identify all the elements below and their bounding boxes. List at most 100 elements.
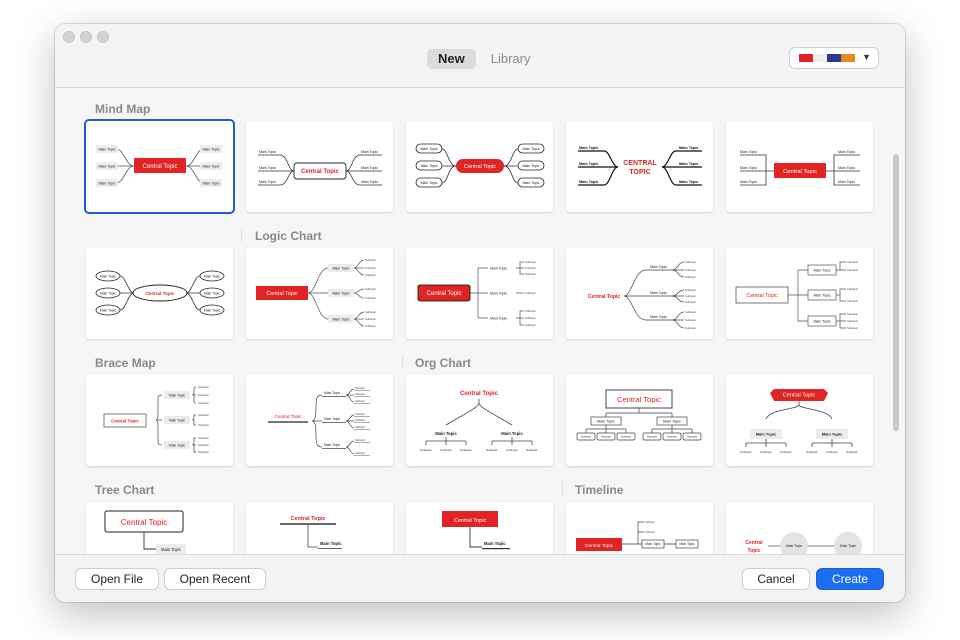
template-preview: Central Topic Main Topic Main Topic Main T… <box>588 260 697 330</box>
svg-text:Subtopic: Subtopic <box>525 309 536 313</box>
template-brace-map-2[interactable]: Central Topic Main Topic Main Topic Main T… <box>246 375 393 466</box>
template-preview: Central Topic Main Topic <box>280 516 342 549</box>
template-tree-chart-2[interactable]: Central Topic Main Topic <box>246 502 393 554</box>
template-mind-map-3[interactable]: Central Topic Main Topic Main Topic Main T… <box>406 121 553 212</box>
template-org-chart-2[interactable]: Central Topic Main Topic Main Topic Subto… <box>566 375 713 466</box>
template-brace-map-1[interactable]: Central Topic Main Topic Main Topic Main T… <box>86 375 233 466</box>
svg-text:Subtopic: Subtopic <box>525 260 536 264</box>
template-org-chart-1[interactable]: Central Topic Main Topic Main Topic Subto… <box>406 375 553 466</box>
minimize-window-button[interactable] <box>80 31 92 43</box>
svg-text:Subtopic: Subtopic <box>355 399 366 403</box>
svg-text:Subtopic: Subtopic <box>506 448 518 452</box>
svg-text:Central Topic: Central Topic <box>746 293 778 299</box>
section-brace-map: Brace Map <box>95 356 156 370</box>
svg-text:Main Topic: Main Topic <box>324 417 340 421</box>
svg-text:Subtopic: Subtopic <box>685 326 696 330</box>
svg-text:Subtopic: Subtopic <box>685 288 696 292</box>
template-mind-map-6[interactable]: Central Topic Main Topic Main Topic Main T… <box>86 248 233 339</box>
svg-text:Main Topic: Main Topic <box>202 182 219 186</box>
svg-text:Subtopic: Subtopic <box>486 448 498 452</box>
svg-text:CENTRAL: CENTRAL <box>623 160 657 167</box>
svg-text:Main Topic: Main Topic <box>435 431 457 436</box>
open-file-button[interactable]: Open File <box>76 569 158 589</box>
template-preview: Central Topic Main Topic Main Topic Main T… <box>256 258 376 328</box>
section-mind-map: Mind Map <box>95 102 151 116</box>
svg-text:Main Topic: Main Topic <box>490 267 507 271</box>
template-logic-chart-3[interactable]: Central Topic Main Topic Main Topic Main T… <box>566 248 713 339</box>
template-logic-chart-4[interactable]: Central Topic Main Topic Main Topic Main T… <box>726 248 873 339</box>
svg-text:Subtopic: Subtopic <box>667 435 678 439</box>
svg-text:Subtopic: Subtopic <box>355 412 366 416</box>
tab-new[interactable]: New <box>427 49 476 69</box>
template-mind-map-4[interactable]: CENTRAL TOPIC Main Topic Main Topic Main T… <box>566 121 713 212</box>
svg-text:Main Topic: Main Topic <box>259 150 276 154</box>
svg-text:Subtopic: Subtopic <box>365 273 376 277</box>
svg-text:Subtopic: Subtopic <box>645 530 656 534</box>
template-mind-map-1[interactable]: Central Topic Main Topic Main Topic Main T… <box>86 121 233 212</box>
svg-text:Subtopic: Subtopic <box>847 268 858 272</box>
template-mind-map-5[interactable]: Central Topic Main Topic Main Topic Main T… <box>726 121 873 212</box>
svg-text:Subtopic: Subtopic <box>355 386 366 390</box>
svg-text:Subtopic: Subtopic <box>198 423 209 427</box>
svg-text:Subtopic: Subtopic <box>355 451 366 455</box>
svg-text:Main Topic: Main Topic <box>663 420 681 424</box>
svg-text:Central Topic: Central Topic <box>145 291 174 296</box>
svg-text:Subtopic: Subtopic <box>687 435 698 439</box>
theme-swatch-red <box>799 54 813 62</box>
svg-text:Subtopic: Subtopic <box>198 385 209 389</box>
svg-text:Main Topic: Main Topic <box>679 542 695 546</box>
svg-text:Main Topic: Main Topic <box>332 267 349 271</box>
tab-library[interactable]: Library <box>480 49 542 69</box>
svg-text:Subtopic: Subtopic <box>685 300 696 304</box>
svg-text:Subtopic: Subtopic <box>198 450 209 454</box>
svg-text:Main Topic: Main Topic <box>579 146 599 150</box>
svg-text:Subtopic: Subtopic <box>198 393 209 397</box>
svg-text:Main Topic: Main Topic <box>161 547 181 552</box>
close-window-button[interactable] <box>63 31 75 43</box>
svg-text:Subtopic: Subtopic <box>847 312 858 316</box>
template-preview: Central Topic Main Topic Main Topic Main T… <box>268 386 370 456</box>
template-logic-chart-2[interactable]: Central Topic Main Topic Main Topic Main T… <box>406 248 553 339</box>
template-mind-map-2[interactable]: Central Topic Main Topic Main Topic Main T… <box>246 121 393 212</box>
svg-text:Subtopic: Subtopic <box>847 260 858 264</box>
svg-text:Main Topic: Main Topic <box>420 181 437 185</box>
svg-text:Main Topic: Main Topic <box>324 443 340 447</box>
template-tree-chart-1[interactable]: Central Topic Main Topic <box>86 502 233 554</box>
svg-text:Central Topic: Central Topic <box>454 518 487 524</box>
svg-text:Subtopic: Subtopic <box>685 318 696 322</box>
svg-text:Subtopic: Subtopic <box>525 272 536 276</box>
theme-swatch-blue <box>827 54 841 62</box>
theme-swatch-white <box>813 54 827 62</box>
svg-text:Main Topic: Main Topic <box>332 292 349 296</box>
svg-text:Subtopic: Subtopic <box>847 326 858 330</box>
open-recent-button[interactable]: Open Recent <box>165 569 265 589</box>
template-tree-chart-3[interactable]: Central Topic Main Topic <box>406 502 553 554</box>
svg-text:Main Topic: Main Topic <box>100 275 116 279</box>
zoom-window-button[interactable] <box>97 31 109 43</box>
svg-text:Subtopic: Subtopic <box>198 443 209 447</box>
svg-text:Subtopic: Subtopic <box>525 323 536 327</box>
svg-text:Central Topic: Central Topic <box>460 391 499 397</box>
svg-text:Main Topic: Main Topic <box>813 320 830 324</box>
template-timeline-1[interactable]: Central Topic Main Topic Main Topic Subto… <box>566 502 713 554</box>
cancel-button[interactable]: Cancel <box>743 569 809 589</box>
svg-text:Main Topic: Main Topic <box>501 431 523 436</box>
svg-text:Main Topic: Main Topic <box>813 269 830 273</box>
create-button[interactable]: Create <box>817 569 883 589</box>
svg-text:Main Topic: Main Topic <box>490 292 507 296</box>
svg-text:Subtopic: Subtopic <box>847 299 858 303</box>
template-org-chart-3[interactable]: Central Topic Main Topic Main Topic Subto… <box>726 375 873 466</box>
template-logic-chart-1[interactable]: Central Topic Main Topic Main Topic Main T… <box>246 248 393 339</box>
svg-text:Subtopic: Subtopic <box>581 435 592 439</box>
svg-text:Main Topic: Main Topic <box>259 166 276 170</box>
svg-text:Subtopic: Subtopic <box>645 520 656 524</box>
template-gallery: Mind Map Logic Chart Brace Map Org Chart… <box>55 88 905 554</box>
svg-text:Subtopic: Subtopic <box>740 450 752 454</box>
template-timeline-2[interactable]: Central Topic Main Topic Main Topic <box>726 502 873 554</box>
theme-picker[interactable]: ▼ <box>790 48 878 68</box>
svg-text:Subtopic: Subtopic <box>647 435 658 439</box>
gallery-scrollbar[interactable] <box>893 154 899 431</box>
svg-text:Main Topic: Main Topic <box>202 148 219 152</box>
svg-text:Subtopic: Subtopic <box>355 418 366 422</box>
svg-text:Subtopic: Subtopic <box>621 435 632 439</box>
